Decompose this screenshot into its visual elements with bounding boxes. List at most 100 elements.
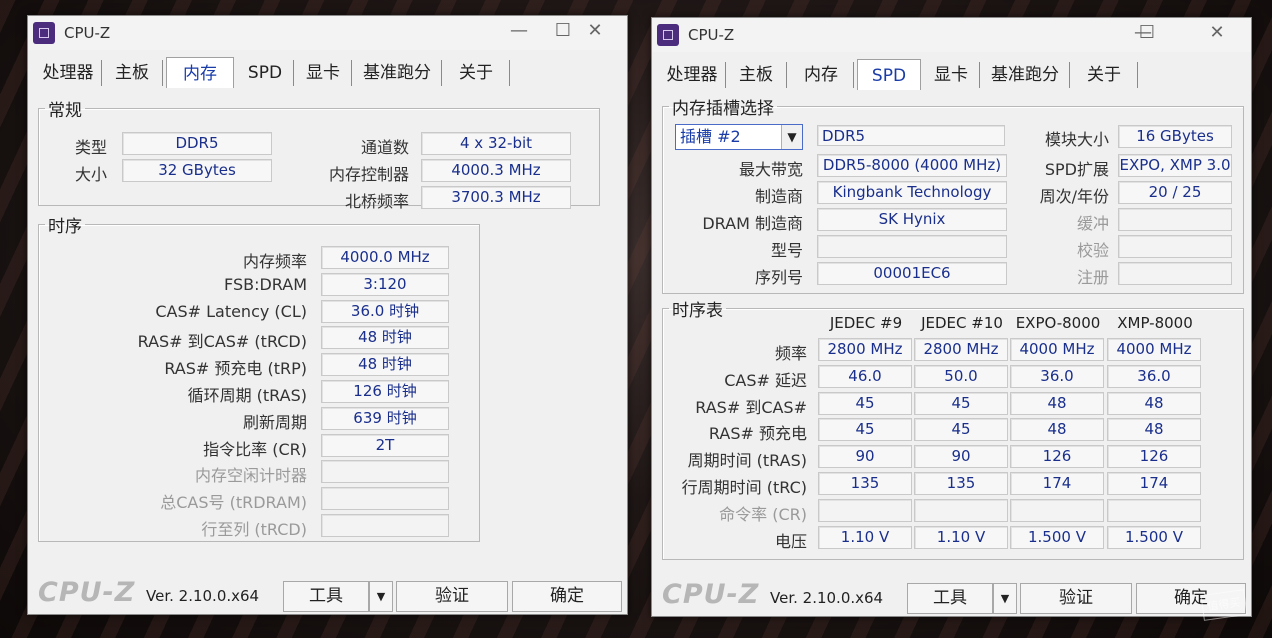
timing-label: 内存空闲计时器 bbox=[194, 466, 307, 486]
spd-timing-cell: 126 bbox=[1107, 445, 1201, 469]
spd-timing-cell: 135 bbox=[818, 472, 912, 495]
timing-value: 639 时钟 bbox=[321, 406, 449, 430]
northbridge-label: 北桥频率 bbox=[344, 192, 409, 211]
tab-spd[interactable]: SPD bbox=[237, 60, 294, 86]
cpuz-logo: CPU-Z bbox=[38, 577, 136, 608]
size-label: 大小 bbox=[74, 165, 107, 184]
timing-column-header: JEDEC #9 bbox=[829, 314, 903, 332]
memory-tab-pane: 常规 类型 DDR5 大小 32 GBytes 通道数 4 x 32-bit 内… bbox=[33, 88, 620, 568]
tab-memory[interactable]: 内存 bbox=[166, 57, 234, 88]
spd-timing-label: 频率 bbox=[774, 344, 807, 363]
spd-timing-cell: 45 bbox=[914, 418, 1008, 442]
footer: CPU-Z Ver. 2.10.0.x64 工具 ▼ 验证 确定 bbox=[652, 573, 1251, 616]
spd-timing-cell: 45 bbox=[818, 418, 912, 442]
timing-label: CAS# Latency (CL) bbox=[155, 301, 307, 321]
cpuz-window-memory: CPU-Z — ☐ ✕ 处理器 主板 内存 SPD 显卡 基准跑分 关于 常规 … bbox=[27, 15, 628, 615]
close-button[interactable]: ✕ bbox=[580, 20, 610, 41]
validate-button[interactable]: 验证 bbox=[396, 581, 508, 612]
tab-graphics[interactable]: 显卡 bbox=[923, 62, 980, 88]
memory-controller-value: 4000.3 MHz bbox=[421, 159, 571, 182]
footer: CPU-Z Ver. 2.10.0.x64 工具 ▼ 验证 确定 bbox=[28, 571, 627, 614]
spd-timing-label: 行周期时间 (tRC) bbox=[681, 478, 807, 497]
tools-button[interactable]: 工具 bbox=[283, 581, 369, 612]
spd-timing-cell: 45 bbox=[818, 391, 912, 415]
slot-select[interactable]: 插槽 #2 ▼ bbox=[675, 124, 803, 150]
channels-label: 通道数 bbox=[360, 138, 409, 157]
tab-cpu[interactable]: 处理器 bbox=[35, 60, 102, 86]
timing-value bbox=[321, 487, 449, 511]
module-size-value: 16 GBytes bbox=[1118, 125, 1232, 148]
timing-value: 4000.0 MHz bbox=[321, 246, 449, 269]
general-group-title: 常规 bbox=[48, 101, 82, 121]
minimize-button[interactable]: — bbox=[504, 20, 534, 41]
northbridge-value: 3700.3 MHz bbox=[421, 186, 571, 209]
version-text: Ver. 2.10.0.x64 bbox=[146, 587, 260, 605]
tab-bench[interactable]: 基准跑分 bbox=[353, 60, 442, 86]
size-value: 32 GBytes bbox=[122, 159, 272, 182]
spd-timing-cell: 48 bbox=[1107, 391, 1201, 415]
spd-timing-cell: 126 bbox=[1010, 445, 1104, 469]
spd-timing-cell: 1.10 V bbox=[818, 525, 912, 549]
timing-value: 48 时钟 bbox=[321, 326, 449, 350]
timing-label: 内存频率 bbox=[242, 252, 307, 271]
spd-timing-cell: 50.0 bbox=[914, 364, 1008, 388]
spd-timing-cell: 36.0 bbox=[1107, 364, 1201, 388]
tab-about[interactable]: 关于 bbox=[1071, 62, 1138, 88]
max-bandwidth-value: DDR5-8000 (4000 MHz) bbox=[817, 154, 1007, 177]
version-text: Ver. 2.10.0.x64 bbox=[770, 589, 884, 607]
spd-timing-cell: 135 bbox=[914, 472, 1008, 495]
manufacturer-value: Kingbank Technology bbox=[817, 181, 1007, 204]
spd-ext-value: EXPO, XMP 3.0 bbox=[1118, 154, 1232, 177]
spd-timing-cell: 36.0 bbox=[1010, 364, 1104, 388]
tab-mainboard[interactable]: 主板 bbox=[102, 60, 163, 86]
window-title: CPU-Z bbox=[688, 26, 735, 44]
tools-button[interactable]: 工具 bbox=[907, 583, 993, 614]
maximize-button[interactable]: ☐ bbox=[1132, 22, 1162, 43]
tab-cpu[interactable]: 处理器 bbox=[659, 62, 726, 88]
spd-timing-cell: 2800 MHz bbox=[818, 338, 912, 361]
cpuz-window-spd: CPU-Z — ☐ ✕ 处理器 主板 内存 SPD 显卡 基准跑分 关于 内存插… bbox=[651, 17, 1252, 617]
timings-group-title: 时序 bbox=[48, 217, 82, 237]
tools-dropdown-arrow[interactable]: ▼ bbox=[993, 583, 1017, 614]
manufacturer-label: 制造商 bbox=[754, 187, 803, 206]
correction-value bbox=[1118, 235, 1232, 258]
slot-group-title: 内存插槽选择 bbox=[672, 99, 774, 119]
max-bandwidth-label: 最大带宽 bbox=[738, 160, 803, 179]
channels-value: 4 x 32-bit bbox=[421, 132, 571, 155]
timing-value: 3:120 bbox=[321, 272, 449, 296]
tab-mainboard[interactable]: 主板 bbox=[726, 62, 787, 88]
validate-button[interactable]: 验证 bbox=[1020, 583, 1132, 614]
cpuz-app-icon bbox=[33, 22, 55, 44]
tab-graphics[interactable]: 显卡 bbox=[295, 60, 352, 86]
maximize-button[interactable]: ☐ bbox=[548, 20, 578, 41]
spd-timing-label: 命令率 (CR) bbox=[719, 504, 807, 524]
spd-timing-cell bbox=[1107, 498, 1201, 522]
spd-timing-cell bbox=[914, 498, 1008, 522]
tab-memory[interactable]: 内存 bbox=[789, 62, 854, 88]
spd-timing-cell: 4000 MHz bbox=[1107, 338, 1201, 361]
tab-about[interactable]: 关于 bbox=[443, 60, 510, 86]
tab-bench[interactable]: 基准跑分 bbox=[981, 62, 1070, 88]
spd-timing-label: CAS# 延迟 bbox=[724, 370, 807, 390]
spd-timing-label: RAS# 到CAS# bbox=[695, 397, 807, 417]
timing-column-header: JEDEC #10 bbox=[921, 314, 1003, 332]
spd-timing-cell: 48 bbox=[1010, 391, 1104, 415]
tab-spd[interactable]: SPD bbox=[857, 59, 921, 90]
timing-value: 36.0 时钟 bbox=[321, 299, 449, 323]
title-bar[interactable]: CPU-Z — ☐ ✕ bbox=[28, 16, 627, 50]
close-button[interactable]: ✕ bbox=[1202, 22, 1232, 43]
serial-number-value: 00001EC6 bbox=[817, 262, 1007, 285]
spd-timing-cell: 46.0 bbox=[818, 364, 912, 388]
slot-select-value: 插槽 #2 bbox=[680, 127, 741, 146]
tools-dropdown-arrow[interactable]: ▼ bbox=[369, 581, 393, 612]
type-label: 类型 bbox=[74, 138, 107, 157]
title-bar[interactable]: CPU-Z — ☐ ✕ bbox=[652, 18, 1251, 52]
spd-timing-cell: 1.10 V bbox=[914, 525, 1008, 549]
module-type-value: DDR5 bbox=[817, 125, 1005, 146]
timing-label: FSB:DRAM bbox=[224, 274, 307, 294]
spd-timing-cell bbox=[1010, 498, 1104, 522]
spd-timing-cell: 48 bbox=[1010, 418, 1104, 442]
week-year-label: 周次/年份 bbox=[1039, 187, 1109, 206]
spd-timing-cell: 1.500 V bbox=[1107, 525, 1201, 549]
ok-button[interactable]: 确定 bbox=[512, 581, 622, 612]
